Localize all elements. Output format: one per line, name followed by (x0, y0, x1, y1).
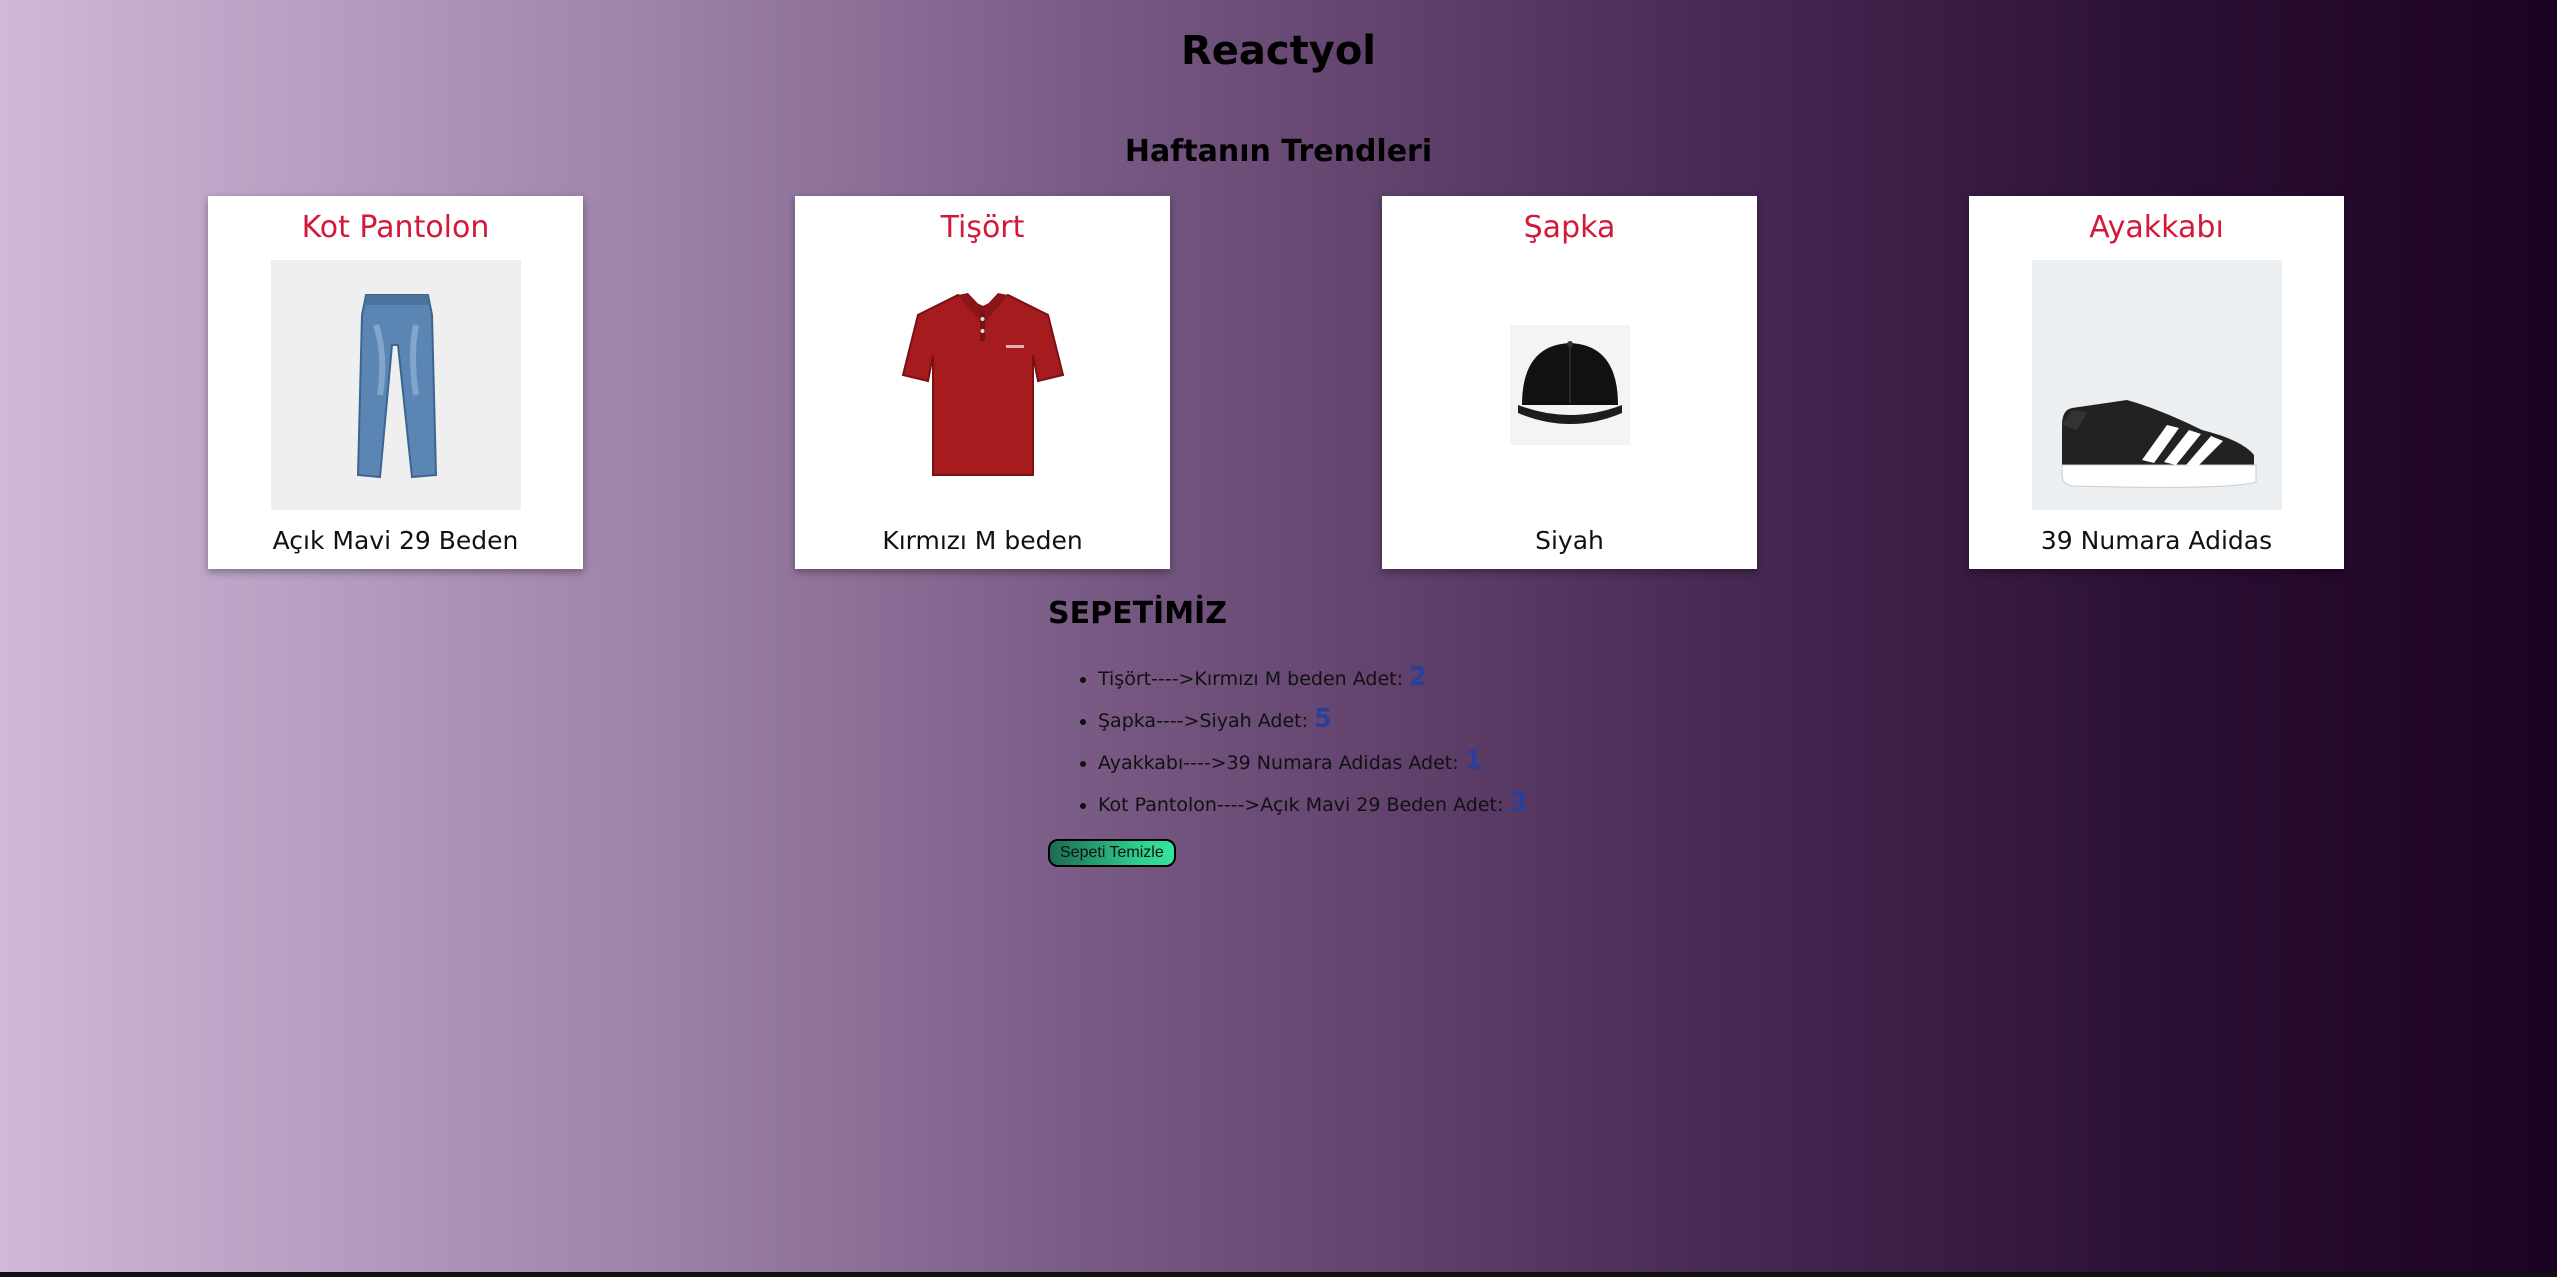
cart-list: Tişört---->Kırmızı M beden Adet: 2 Şapka… (1048, 657, 1527, 825)
product-description: Kırmızı M beden (882, 526, 1083, 555)
sneaker-image (2031, 260, 2282, 510)
polo-shirt-image (858, 260, 1108, 510)
product-title: Ayakkabı (2089, 210, 2224, 245)
product-description: 39 Numara Adidas (2040, 526, 2273, 555)
jeans-image (270, 260, 521, 510)
cart-heading: SEPETİMİZ (1048, 596, 1227, 631)
product-title: Kot Pantolon (301, 210, 490, 245)
cart-item-text: Kot Pantolon---->Açık Mavi 29 Beden Adet… (1098, 794, 1510, 816)
product-title: Tişört (940, 210, 1025, 245)
product-title: Şapka (1523, 210, 1616, 245)
clear-cart-button[interactable]: Sepeti Temizle (1048, 839, 1176, 867)
product-card-cap[interactable]: Şapka Siyah (1382, 196, 1757, 569)
app-title: Reactyol (1180, 28, 1377, 74)
cart-item-quantity: 2 (1409, 662, 1428, 692)
cap-image (1445, 260, 1695, 510)
cart-item: Ayakkabı---->39 Numara Adidas Adet: 1 (1098, 741, 1527, 783)
product-description: Siyah (1535, 526, 1604, 555)
bottom-edge (0, 1272, 2557, 1277)
cart-item: Tişört---->Kırmızı M beden Adet: 2 (1098, 657, 1527, 699)
cart-item-quantity: 1 (1464, 746, 1483, 776)
product-card-jeans[interactable]: Kot Pantolon Açık Mavi 29 Beden (208, 196, 583, 569)
product-description: Açık Mavi 29 Beden (272, 526, 519, 555)
cart-item-text: Şapka---->Siyah Adet: (1098, 710, 1315, 732)
product-card-shoe[interactable]: Ayakkabı 39 Numara Adidas (1969, 196, 2344, 569)
cart-item-text: Ayakkabı---->39 Numara Adidas Adet: (1098, 752, 1465, 774)
cart-item-quantity: 3 (1509, 788, 1528, 818)
cart-section: SEPETİMİZ Tişört---->Kırmızı M beden Ade… (1048, 596, 1527, 867)
trends-heading: Haftanın Trendleri (1124, 134, 1433, 169)
cart-item-quantity: 5 (1314, 704, 1333, 734)
product-card-tshirt[interactable]: Tişört Kırmızı M beden (795, 196, 1170, 569)
cart-item: Şapka---->Siyah Adet: 5 (1098, 699, 1527, 741)
cart-item: Kot Pantolon---->Açık Mavi 29 Beden Adet… (1098, 783, 1527, 825)
cart-item-text: Tişört---->Kırmızı M beden Adet: (1098, 668, 1410, 690)
